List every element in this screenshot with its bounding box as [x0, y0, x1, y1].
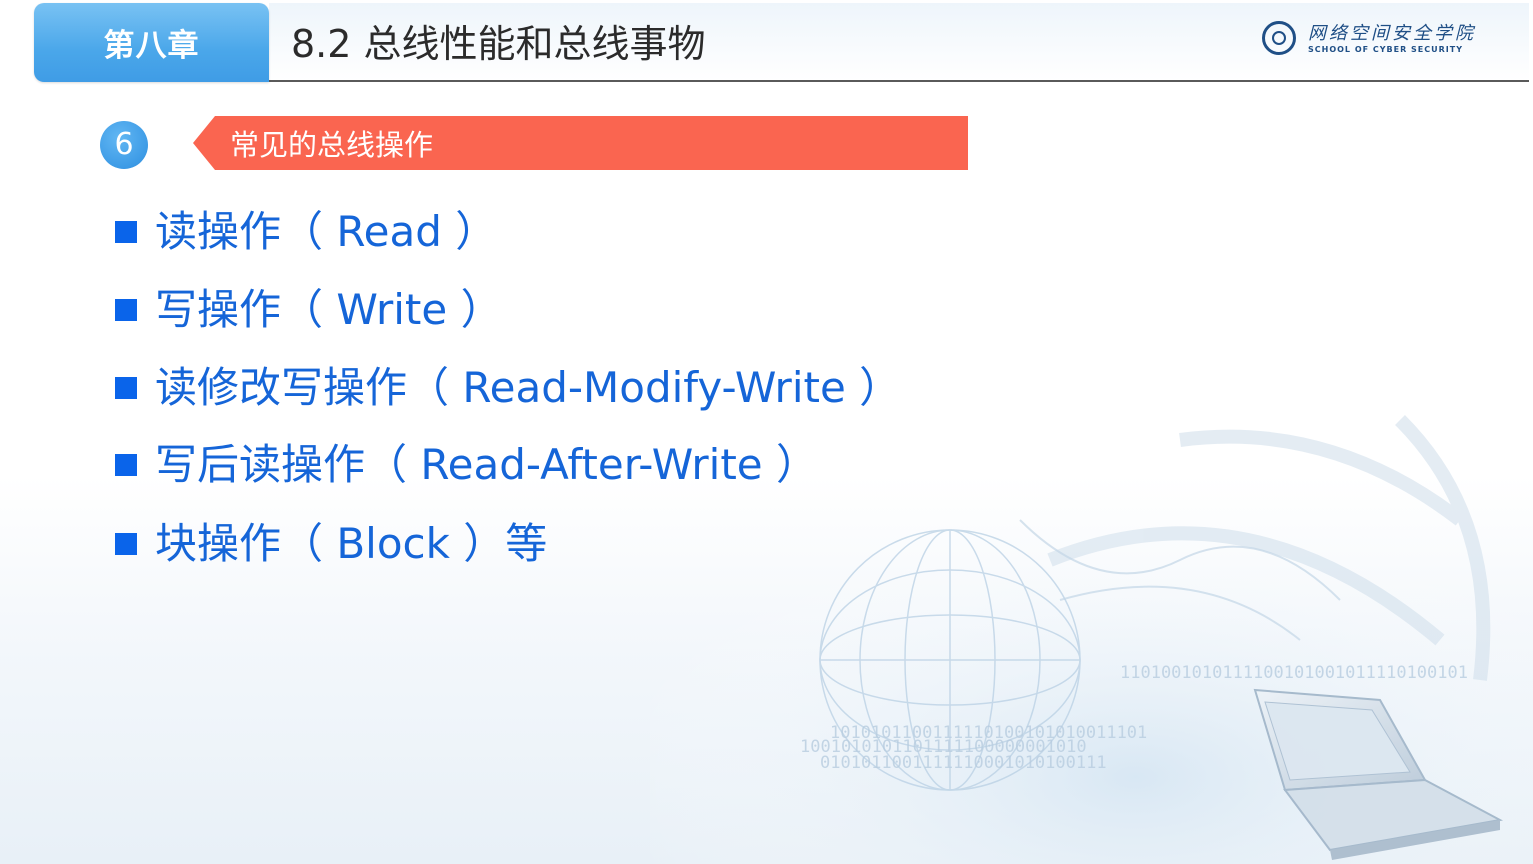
bullet-square-icon	[115, 299, 137, 321]
page-title: 8.2 总线性能和总线事物	[291, 22, 706, 66]
section-number: 6	[100, 121, 148, 169]
bullet-text: 写操作（ Write ）	[155, 285, 503, 334]
bullet-square-icon	[115, 533, 137, 555]
svg-text:0101011001111110001010100111: 0101011001111110001010100111	[820, 753, 1107, 773]
chapter-label: 第八章	[103, 28, 200, 64]
bullet-text: 读修改写操作（ Read-Modify-Write ）	[155, 363, 902, 412]
bullet-square-icon	[115, 221, 137, 243]
bullet-text: 读操作（ Read ）	[155, 207, 498, 256]
svg-text:110100101011110010100101111010: 1101001010111100101001011110100101	[1120, 663, 1468, 683]
bullet-text: 块操作（ Block ）等	[155, 519, 548, 568]
bullet-square-icon	[115, 454, 137, 476]
bullet-item: 写后读操作（ Read-After-Write ）	[115, 435, 818, 495]
logo-name-en: SCHOOL OF CYBER SECURITY	[1308, 44, 1464, 54]
chapter-tab: 第八章	[34, 3, 269, 82]
bullet-item: 读修改写操作（ Read-Modify-Write ）	[115, 358, 901, 418]
logo-name-cn: 网络空间安全学院	[1308, 22, 1476, 44]
logo-text: 网络空间安全学院 SCHOOL OF CYBER SECURITY	[1308, 23, 1476, 54]
bullet-square-icon	[115, 377, 137, 399]
bullet-item: 读操作（ Read ）	[115, 202, 497, 262]
school-seal-icon	[1262, 21, 1296, 55]
bullet-item: 块操作（ Block ）等	[115, 514, 547, 574]
section-title: 常见的总线操作	[230, 128, 434, 162]
slide: 1101001010111100101001011110100101 10101…	[0, 0, 1533, 864]
bullet-text: 写后读操作（ Read-After-Write ）	[155, 440, 818, 489]
school-logo: 网络空间安全学院 SCHOOL OF CYBER SECURITY	[1262, 14, 1492, 62]
bullet-item: 写操作（ Write ）	[115, 280, 503, 340]
header-divider	[269, 80, 1529, 82]
